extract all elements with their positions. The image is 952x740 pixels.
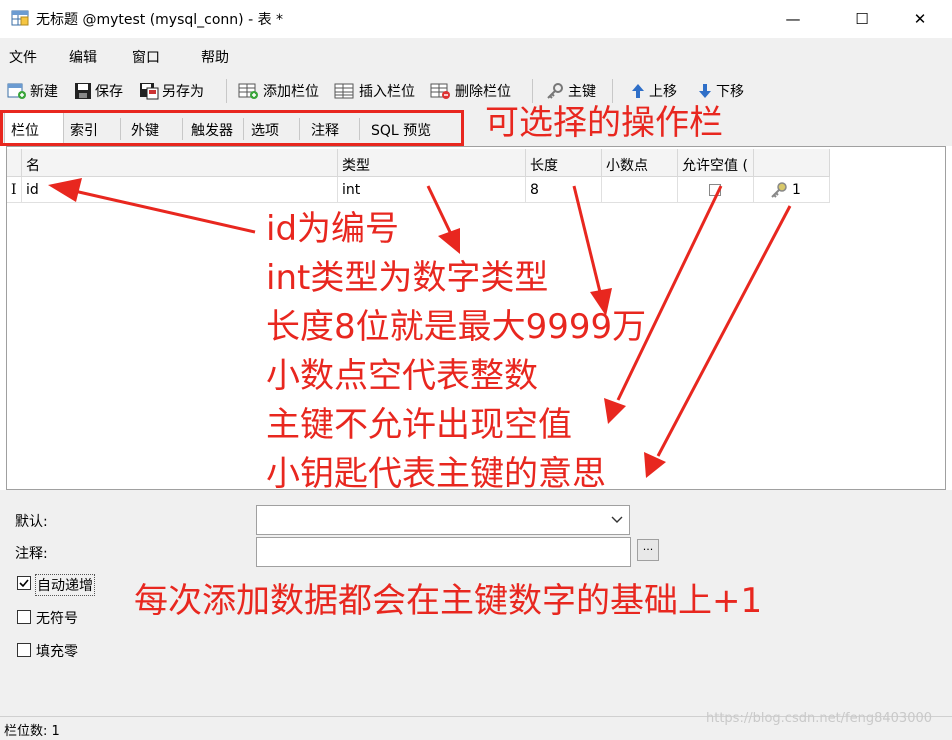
field-count: 栏位数: 1 bbox=[4, 724, 60, 739]
watermark: https://blog.csdn.net/feng8403000 bbox=[706, 711, 933, 726]
check-icon bbox=[19, 579, 29, 588]
unsigned-checkbox[interactable] bbox=[17, 610, 31, 624]
unsigned-label[interactable]: 无符号 bbox=[36, 608, 78, 628]
annotation-line-6: 小钥匙代表主键的意思 bbox=[266, 454, 606, 494]
arrowhead-nullable bbox=[604, 398, 626, 424]
arrow-to-name bbox=[69, 188, 256, 234]
default-label: 默认: bbox=[15, 514, 48, 530]
arrow-to-key bbox=[656, 205, 792, 457]
arrow-to-type bbox=[426, 185, 452, 233]
default-select[interactable] bbox=[256, 505, 630, 535]
auto-increment-label[interactable]: 自动递增 bbox=[35, 574, 95, 596]
zerofill-checkbox[interactable] bbox=[17, 643, 31, 657]
annotation-line-4: 小数点空代表整数 bbox=[266, 356, 538, 396]
comment-label: 注释: bbox=[15, 546, 48, 562]
status-bar: 栏位数: 1 https://blog.csdn.net/feng8403000 bbox=[0, 711, 952, 740]
chevron-down-icon bbox=[611, 516, 623, 523]
annotation-line-5: 主键不允许出现空值 bbox=[266, 405, 572, 445]
comment-input[interactable] bbox=[256, 537, 631, 567]
annotation-line-2: int类型为数字类型 bbox=[266, 258, 549, 298]
comment-expand-button[interactable]: ... bbox=[637, 539, 659, 561]
annotation-line-1: id为编号 bbox=[266, 209, 400, 249]
zerofill-label[interactable]: 填充零 bbox=[36, 641, 78, 661]
arrow-to-length bbox=[572, 185, 602, 293]
auto-increment-checkbox[interactable] bbox=[17, 576, 31, 590]
annotation-line-3: 长度8位就是最大9999万 bbox=[266, 307, 647, 347]
arrowhead-name bbox=[48, 178, 82, 202]
arrowhead-key bbox=[644, 452, 666, 478]
annotation-auto-increment: 每次添加数据都会在主键数字的基础上+1 bbox=[134, 581, 763, 621]
